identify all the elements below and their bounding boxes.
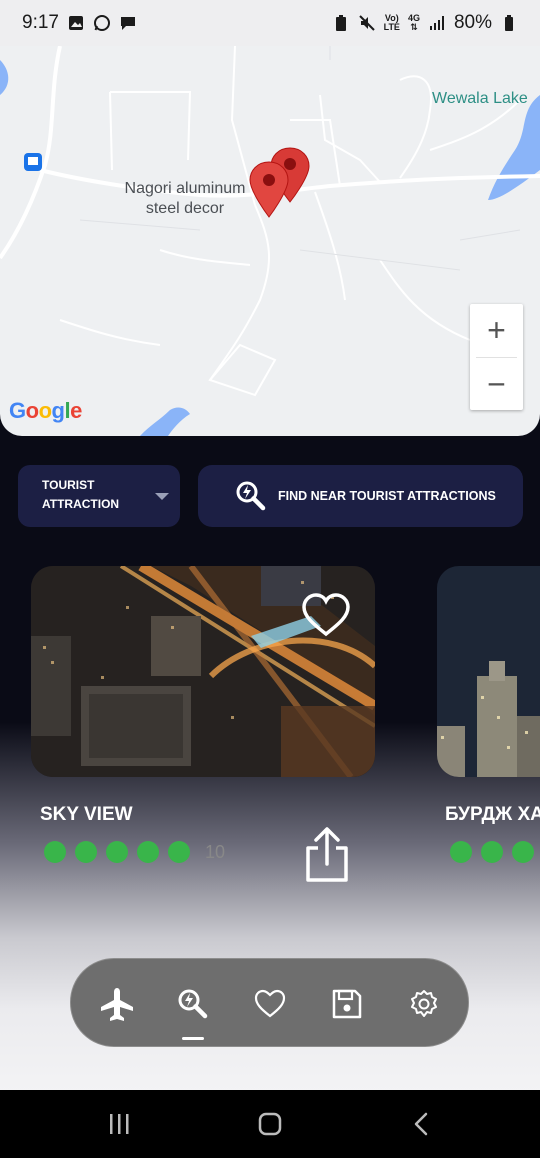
logo-letter: o (38, 398, 52, 423)
map-place-label: Nagori aluminum steel decor (124, 180, 246, 217)
attraction-title: БУРДЖ ХА (445, 804, 540, 825)
status-time: 9:17 (22, 12, 59, 33)
heart-icon (254, 989, 286, 1018)
battery-saver-icon (335, 15, 346, 31)
rating-dot (450, 841, 472, 863)
bottom-navigation (70, 958, 469, 1047)
category-dropdown[interactable]: TOURIST ATTRACTION (18, 465, 180, 527)
attraction-card-image[interactable] (437, 566, 540, 777)
gear-icon (411, 990, 437, 1017)
rating-dot (106, 841, 128, 863)
logo-letter: o (25, 398, 39, 423)
home-icon (258, 1112, 282, 1136)
rating-dot (75, 841, 97, 863)
rating-dot (481, 841, 503, 863)
back-button[interactable] (406, 1110, 438, 1138)
search-attraction-icon (178, 989, 208, 1019)
filter-row: TOURIST ATTRACTION FIND NEAR TOURIST ATT… (18, 465, 523, 527)
recent-apps-button[interactable] (103, 1110, 135, 1138)
rating-dot (137, 841, 159, 863)
nav-active-indicator (182, 1037, 204, 1040)
map-lake-label: Wewala Lake (432, 90, 528, 107)
nav-saved[interactable] (328, 985, 366, 1023)
airplane-icon (101, 988, 133, 1021)
search-attraction-icon (236, 481, 266, 511)
share-icon[interactable] (302, 826, 352, 884)
dropdown-arrow-icon (155, 493, 169, 500)
battery-percent: 80% (453, 12, 492, 33)
favorite-heart-icon[interactable] (300, 592, 352, 638)
rating-dot (168, 841, 190, 863)
home-button[interactable] (254, 1110, 286, 1138)
volte-indicator: Vo) LTE (383, 13, 400, 32)
system-navigation-bar (0, 1090, 540, 1158)
rating-dot (512, 841, 534, 863)
map-roads (0, 45, 540, 436)
network-indicator: 4G ⇅ (407, 13, 420, 32)
nav-settings[interactable] (405, 985, 443, 1023)
save-icon (332, 989, 362, 1019)
city-night-photo (437, 566, 540, 777)
signal-icon (429, 16, 444, 30)
nav-search-attractions[interactable] (174, 985, 212, 1023)
back-icon (414, 1112, 428, 1136)
message-icon (120, 17, 135, 30)
rating-row: 10 (44, 841, 225, 863)
attraction-title: SKY VIEW (40, 804, 133, 825)
battery-icon (505, 15, 513, 31)
google-logo: Google (9, 398, 82, 424)
status-bar: 9:17 Vo) LTE 4G ⇅ 80% (0, 0, 540, 46)
logo-letter: g (51, 398, 65, 423)
logo-letter: G (9, 398, 26, 423)
find-button-label: FIND NEAR TOURIST ATTRACTIONS (278, 489, 496, 503)
map-view[interactable]: Nagori aluminum steel decor Wewala Lake … (0, 0, 540, 436)
recent-apps-icon (110, 1114, 129, 1134)
whatsapp-icon (93, 15, 110, 31)
zoom-in-button[interactable]: + (470, 304, 523, 357)
rating-dot (44, 841, 66, 863)
find-attractions-button[interactable]: FIND NEAR TOURIST ATTRACTIONS (198, 465, 523, 527)
rating-count: 10 (205, 841, 226, 862)
nav-flights[interactable] (98, 985, 136, 1023)
mute-icon (358, 15, 375, 31)
nav-favorites[interactable] (251, 985, 289, 1023)
zoom-out-button[interactable]: − (470, 358, 523, 411)
zoom-controls: + − (470, 304, 523, 410)
rating-row (450, 841, 534, 863)
gallery-icon (68, 16, 83, 30)
logo-letter: e (70, 398, 82, 423)
